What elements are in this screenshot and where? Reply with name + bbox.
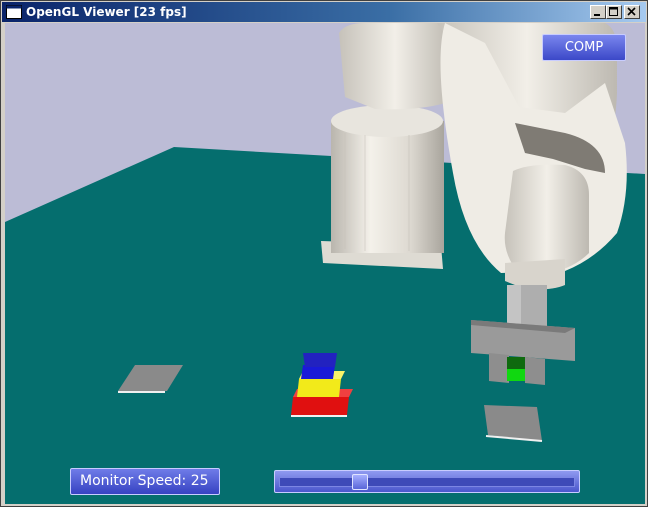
- close-button[interactable]: [624, 5, 640, 19]
- minimize-icon: [594, 14, 600, 16]
- held-block-green: [507, 369, 525, 381]
- opengl-viewer-window: OpenGL Viewer [23 fps] COMP Monitor Spee…: [0, 0, 648, 507]
- robot-base-top: [331, 105, 443, 137]
- maximize-icon: [609, 7, 618, 16]
- slider-track[interactable]: [279, 477, 575, 487]
- robot-base: [331, 121, 444, 253]
- 3d-scene[interactable]: [5, 23, 645, 504]
- slider-thumb[interactable]: [351, 474, 368, 490]
- robot-shoulder: [339, 23, 451, 110]
- window-app-icon: [6, 5, 22, 19]
- held-block-top: [507, 357, 525, 369]
- maximize-button[interactable]: [606, 5, 622, 19]
- robot-forearm: [504, 164, 589, 273]
- monitor-speed-slider[interactable]: [274, 470, 580, 493]
- window-title: OpenGL Viewer [23 fps]: [26, 5, 187, 19]
- stack-block-blue: [301, 365, 335, 379]
- title-bar[interactable]: OpenGL Viewer [23 fps]: [2, 2, 646, 22]
- gripper-finger-left: [489, 353, 509, 383]
- stack-block-red: [291, 397, 349, 415]
- gripper-finger-right: [525, 357, 545, 385]
- close-icon: [627, 7, 636, 16]
- minimize-button[interactable]: [590, 5, 606, 19]
- stack-block-yellow: [297, 379, 341, 397]
- opengl-viewport[interactable]: COMP Monitor Speed: 25: [5, 23, 645, 504]
- comp-button[interactable]: COMP: [542, 34, 626, 61]
- monitor-speed-label: Monitor Speed: 25: [70, 468, 220, 495]
